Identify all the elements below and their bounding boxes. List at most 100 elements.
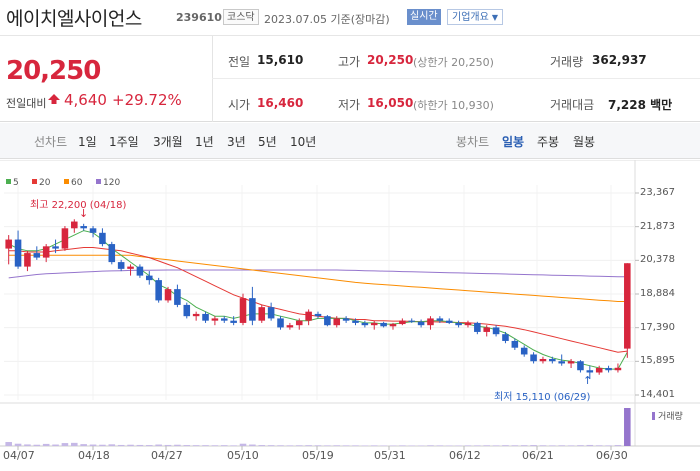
tab-period-1w[interactable]: 1주일	[109, 133, 139, 150]
candle-body	[146, 275, 153, 281]
candle-body	[61, 228, 69, 249]
tab-daily-candle[interactable]: 일봉	[502, 133, 524, 150]
candle-body	[380, 322, 387, 327]
tab-weekly-candle[interactable]: 주봉	[537, 133, 559, 150]
candle-body	[277, 318, 284, 328]
volume-bar	[445, 445, 453, 446]
candle-body	[558, 361, 565, 364]
volume-bar	[511, 445, 519, 446]
candle-body	[174, 289, 181, 305]
low-value: 16,050	[367, 96, 414, 110]
candle-body	[352, 320, 359, 323]
candle-body	[14, 239, 22, 267]
candle-body	[502, 334, 509, 341]
x-tick-label: 05/10	[227, 449, 259, 462]
volume-bar	[99, 444, 106, 446]
volume-bar	[61, 443, 69, 446]
diff-label: 전일대비	[6, 97, 47, 110]
candle-body	[333, 318, 341, 326]
volume-bar	[389, 445, 397, 446]
candle-body	[436, 318, 444, 321]
volume-bar	[605, 445, 612, 446]
ma60-line	[8, 254, 628, 302]
tab-period-10y[interactable]: 10년	[290, 133, 316, 150]
candle-body	[230, 320, 237, 323]
tab-period-1y[interactable]: 1년	[195, 133, 214, 150]
candle-body	[577, 361, 584, 371]
chevron-down-icon: ▼	[491, 13, 498, 22]
candle-body	[211, 318, 219, 321]
date-label: 2023.07.05 기준(장마감)	[264, 13, 390, 26]
candle-body	[511, 340, 519, 348]
y-tick-label: 15,895	[640, 355, 675, 367]
volume-bar	[370, 445, 378, 446]
candle-body	[567, 361, 575, 364]
prev-label: 전일	[228, 55, 251, 69]
up-arrow-icon: ↑	[583, 374, 593, 387]
y-tick-label: 21,873	[640, 220, 675, 232]
tab-line-chart[interactable]: 선차트	[34, 133, 67, 150]
volume-bar	[155, 444, 162, 446]
candle-body	[464, 322, 472, 326]
tab-period-1d[interactable]: 1일	[78, 133, 97, 150]
volume-bar	[436, 445, 444, 446]
candle-body	[127, 266, 134, 269]
volume-bar	[164, 444, 172, 446]
volume-bar	[464, 445, 472, 446]
volume-bar	[80, 444, 87, 446]
tab-period-5y[interactable]: 5년	[258, 133, 277, 150]
volume-bar	[624, 408, 631, 446]
candle-body	[155, 280, 162, 301]
tab-candle-chart[interactable]: 봉차트	[456, 133, 489, 150]
volume-bar	[595, 445, 603, 446]
x-tick-label: 06/21	[522, 449, 554, 462]
volume-bar	[146, 445, 153, 446]
candle-body	[305, 311, 312, 321]
legend-swatch	[652, 412, 655, 420]
company-overview-dropdown[interactable]: 기업개요 ▼	[447, 9, 503, 25]
divider	[212, 36, 213, 122]
volume-bar	[502, 445, 509, 446]
candle-body	[324, 316, 331, 326]
volume-bar	[202, 445, 209, 446]
volume-bar	[33, 444, 41, 446]
up-arrow-icon	[48, 94, 60, 104]
candle-body	[99, 232, 106, 245]
stock-name: 에이치엘사이언스	[6, 8, 142, 30]
volume-bar	[117, 444, 125, 446]
tab-period-3m[interactable]: 3개월	[153, 133, 183, 150]
volume-legend: 거래량	[652, 409, 683, 422]
high-value: 20,250	[367, 53, 414, 67]
candle-body	[492, 327, 500, 335]
candle-body	[389, 324, 397, 327]
volume-bar	[267, 445, 275, 446]
open-value: 16,460	[257, 96, 304, 110]
volume-bar	[483, 445, 490, 446]
diff-percent: +29.72%	[112, 91, 182, 109]
candle-body	[24, 253, 31, 267]
volume-bar	[52, 444, 59, 446]
candle-body	[267, 307, 275, 319]
volume-bar	[539, 445, 547, 446]
volume-bar	[249, 444, 256, 446]
volume-bar	[324, 445, 331, 446]
candle-body	[89, 228, 97, 233]
tab-monthly-candle[interactable]: 월봉	[573, 133, 595, 150]
volume-bar	[474, 445, 481, 446]
candle-body	[520, 347, 528, 355]
volume-bar	[239, 443, 247, 446]
divider	[212, 78, 700, 79]
candle-body	[614, 367, 622, 371]
volume-bar	[455, 445, 462, 446]
realtime-button[interactable]: 실시간	[407, 9, 441, 25]
tab-period-3y[interactable]: 3년	[227, 133, 246, 150]
volume-bar	[24, 444, 31, 446]
candle-body	[549, 358, 556, 362]
volume-bar	[89, 444, 97, 446]
open-label: 시가	[228, 98, 251, 112]
candle-body	[220, 318, 228, 321]
candle-body	[624, 263, 631, 349]
company-overview-label: 기업개요	[452, 12, 489, 23]
candle-body	[108, 244, 116, 263]
candle-body	[249, 298, 256, 321]
